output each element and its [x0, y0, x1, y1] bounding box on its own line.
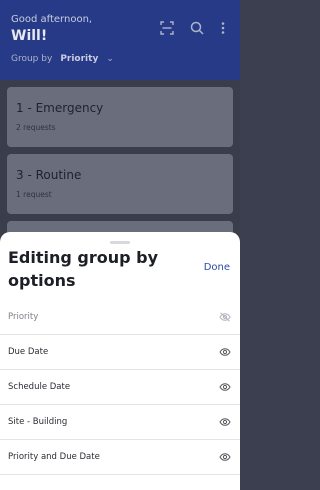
- group-title: 3 - Routine: [16, 168, 82, 182]
- option-label: Site - Building: [8, 417, 68, 427]
- option-label: Due Date: [8, 347, 49, 357]
- eye-icon[interactable]: [219, 452, 231, 462]
- group-count: 2 requests: [16, 123, 56, 132]
- sheet-title: Editing group by options: [8, 248, 159, 290]
- option-row-schedule-date[interactable]: Schedule Date: [0, 370, 240, 405]
- group-by-selector[interactable]: Group by Priority ⌄: [11, 54, 114, 64]
- eye-off-icon[interactable]: [219, 312, 231, 322]
- group-card-emergency[interactable]: 1 - Emergency 2 requests: [7, 87, 233, 147]
- option-label: Schedule Date: [8, 382, 71, 392]
- eye-icon[interactable]: [219, 417, 231, 427]
- drag-handle[interactable]: [110, 241, 130, 244]
- group-title: 1 - Emergency: [16, 101, 104, 115]
- greeting-text: Good afternoon,: [11, 14, 93, 25]
- more-vertical-icon[interactable]: [218, 20, 228, 36]
- eye-icon[interactable]: [219, 382, 231, 392]
- user-name: Will!: [11, 28, 48, 44]
- group-by-label: Group by: [11, 54, 53, 64]
- option-row-priority-and-due-date[interactable]: Priority and Due Date: [0, 440, 240, 475]
- option-row-site-building[interactable]: Site - Building: [0, 405, 240, 440]
- search-icon[interactable]: [189, 20, 205, 36]
- group-card-routine[interactable]: 3 - Routine 1 request: [7, 154, 233, 214]
- option-label: Priority: [8, 312, 39, 322]
- chevron-down-icon: ⌄: [106, 54, 114, 64]
- option-row-priority: Priority: [0, 300, 240, 335]
- option-row-due-date[interactable]: Due Date: [0, 335, 240, 370]
- option-label: Priority and Due Date: [8, 452, 100, 462]
- done-button[interactable]: Done: [204, 262, 230, 273]
- barcode-scan-icon[interactable]: [159, 20, 175, 36]
- group-count: 1 request: [16, 190, 52, 199]
- group-by-options-sheet: Editing group by options Done Priority D…: [0, 232, 240, 490]
- eye-icon[interactable]: [219, 347, 231, 357]
- group-by-value: Priority: [60, 54, 99, 64]
